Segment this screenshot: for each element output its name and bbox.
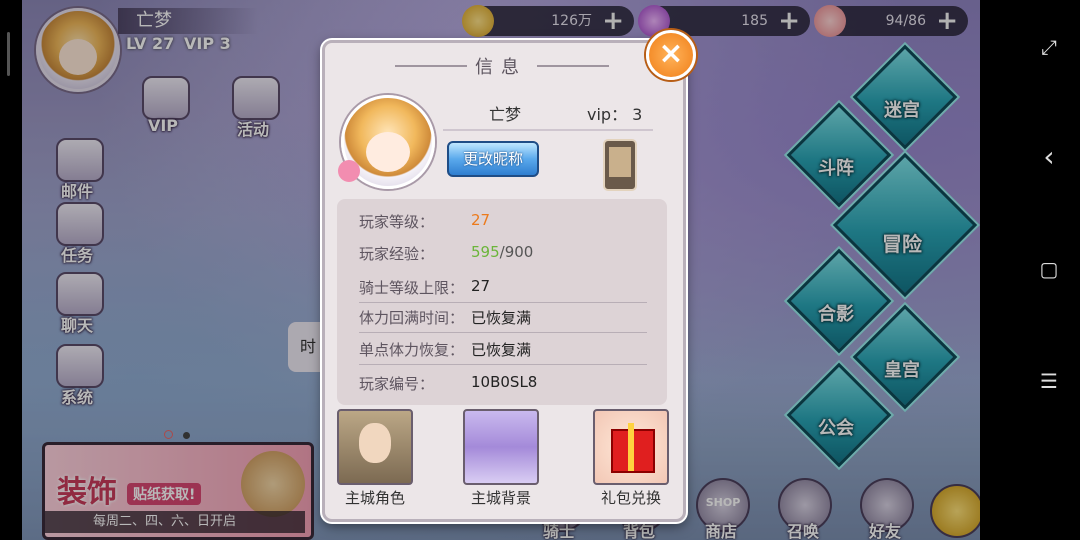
name-divider [443,129,653,131]
info-value: 已恢复满 [471,341,532,359]
option-label: 礼包兑换 [600,489,661,507]
info-row-knight-cap: 骑士等级上限： 27 [337,271,667,303]
info-key: 骑士等级上限： [359,279,465,297]
main-city-character-option[interactable]: 主城角色 [325,407,425,509]
dialog-avatar[interactable] [338,95,435,189]
back-icon[interactable]: ‹ [1036,143,1062,171]
info-value: 595/900 [471,243,533,261]
info-key: 单点体力恢复： [359,341,465,359]
dialog-vip: vip： 3 [587,105,643,124]
row-divider [359,364,647,365]
dialog-player-name: 亡梦 [489,105,522,124]
dialog-title: 信息 [475,57,527,78]
gift-ribbon [628,423,634,471]
exp-max: /900 [499,243,534,261]
info-key: 玩家经验： [359,245,435,263]
info-value: 10B0SL8 [471,373,538,391]
info-row-level: 玩家等级： 27 [337,205,667,237]
option-label: 主城背景 [470,489,531,507]
character-portrait-icon [337,409,413,485]
phone-screen [609,147,631,177]
info-row-exp: 玩家经验： 595/900 [337,237,667,269]
expand-icon[interactable]: ⤢ [1036,34,1062,60]
main-city-background-option[interactable]: 主城背景 [451,407,551,509]
avatar-face [366,132,410,172]
rename-button[interactable]: 更改昵称 [447,141,539,177]
info-key: 体力回满时间： [359,309,465,327]
edge-handle[interactable] [7,32,10,76]
info-row-stamina-point: 单点体力恢复： 已恢复满 [337,333,667,365]
info-dialog: 信息 亡梦 vip： 3 更改昵称 玩家等级： 27 玩家经验： 595/900… [322,40,686,522]
info-value: 已恢复满 [471,309,532,327]
menu-icon[interactable]: ☰ [1036,368,1062,394]
wisteria-background-icon [463,409,539,485]
exp-current: 595 [471,243,500,261]
info-value: 27 [471,277,491,295]
home-icon[interactable]: ▢ [1036,256,1062,282]
info-value: 27 [471,211,491,229]
phone-icon[interactable] [603,139,637,191]
gift-box-icon [593,409,669,485]
info-row-player-id: 玩家编号： 10B0SL8 [337,367,667,399]
info-key: 玩家等级： [359,213,435,231]
gift-redeem-option[interactable]: 礼包兑换 [581,407,681,509]
rose-icon [338,160,360,182]
left-edge [0,0,22,540]
close-icon[interactable]: × [646,30,696,80]
info-row-stamina-full: 体力回满时间： 已恢复满 [337,301,667,333]
system-nav-bar: ⤢ ‹ ▢ ☰ [1018,0,1080,540]
portrait-face [359,423,391,463]
info-key: 玩家编号： [359,375,435,393]
option-label: 主城角色 [344,489,405,507]
info-panel: 玩家等级： 27 玩家经验： 595/900 骑士等级上限： 27 体力回满时间… [337,199,667,405]
